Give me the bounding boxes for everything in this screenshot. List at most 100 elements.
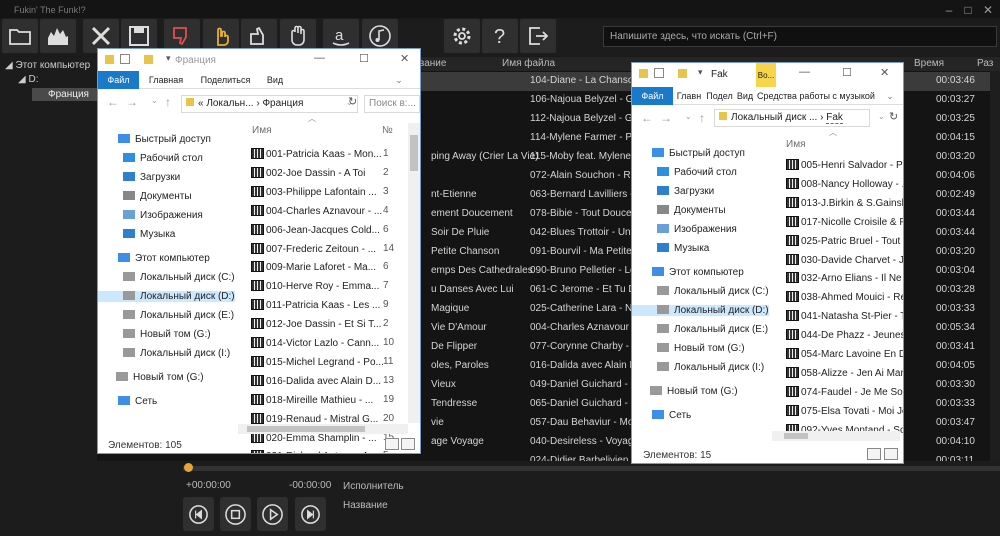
col-time[interactable]: Время [914,58,944,69]
hscroll-thumb[interactable] [247,426,365,432]
tab-view[interactable]: Вид [259,71,291,89]
previous-button[interactable] [183,497,214,531]
file-row[interactable]: 018-Mireille Mathieu - ... [251,393,373,406]
nav-item[interactable]: Изображения [98,210,235,221]
file-row[interactable]: 003-Philippe Lafontain ... [251,185,377,198]
file-row[interactable]: 025-Patric Bruel - Tout S... [786,234,903,247]
up-icon[interactable]: ↑ [699,111,705,125]
scroll-thumb[interactable] [410,135,418,171]
file-row[interactable]: 015-Michel Legrand - Po... [251,355,384,368]
nav-item[interactable]: Этот компьютер [632,267,769,278]
col-name[interactable]: Имя [786,139,805,150]
seek-knob[interactable] [184,463,193,472]
nav-item[interactable]: Рабочий стол [632,167,769,178]
details-view-icon[interactable] [385,438,399,450]
nav-item[interactable]: Локальный диск (E:) [98,310,235,321]
tree-drive[interactable]: ◢ D: [18,74,38,85]
exit-button[interactable] [520,19,556,53]
refresh-icon[interactable]: ↻ [348,95,357,108]
file-row[interactable]: 006-Jean-Jacques Cold... [251,223,380,236]
nav-item[interactable]: Локальный диск (D:) [98,291,235,302]
details-view-icon[interactable] [867,448,881,460]
expand-ribbon-icon[interactable]: ⌄ [392,71,406,89]
file-row[interactable]: 013-J.Birkin & S.Gainsb... [786,196,903,209]
file-row[interactable]: 014-Victor Lazlo - Cann... [251,337,379,349]
search-input[interactable]: Напишите здесь, что искать (Ctrl+F) [603,26,997,47]
back-icon[interactable]: ← [641,111,653,125]
nav-item[interactable]: Локальный диск (C:) [98,272,235,283]
file-row[interactable]: 019-Renaud - Mistral G... [251,412,378,425]
minimize-icon[interactable]: — [314,52,325,64]
file-row[interactable]: 044-De Phazz - Jeuness... [786,329,903,341]
file-row[interactable]: 005-Henri Salvador - Pe... [786,159,903,171]
file-row[interactable]: 058-Alizze - Jen Ai Marre [786,366,903,379]
nav-item[interactable]: Быстрый доступ [98,134,235,145]
file-row[interactable]: 074-Faudel - Je Me Sou... [786,385,903,398]
file-row[interactable]: 001-Patricia Kaas - Mon... [251,148,382,160]
file-row[interactable]: 021-Richard Antony - A... [251,450,377,453]
stop-playback-button[interactable] [220,497,251,531]
tab-share[interactable]: Поделиться [194,71,257,89]
properties-icon[interactable] [120,54,130,64]
new-folder-icon[interactable] [144,55,153,64]
file-row[interactable]: 007-Frederic Zeitoun - ... [251,242,376,255]
close-icon[interactable]: ✕ [400,52,409,65]
nav-item[interactable]: Локальный диск (C:) [632,286,769,297]
nav-item[interactable]: Сеть [632,410,769,421]
seek-bar[interactable] [183,466,1000,471]
file-row[interactable]: 011-Patricia Kaas - Les ... [251,299,380,311]
address-dropdown-icon[interactable]: ⌄ [878,112,885,121]
back-icon[interactable]: ← [107,95,119,109]
forward-icon[interactable]: → [126,95,138,109]
file-row[interactable]: 010-Herve Roy - Emma... [251,280,379,292]
tab-file[interactable]: Файл [632,87,673,105]
minimize-icon[interactable]: — [799,66,810,78]
nav-item[interactable]: Новый том (G:) [632,386,769,397]
large-icons-view-icon[interactable] [884,448,898,460]
nav-item[interactable]: Новый том (G:) [632,343,769,354]
tab-music-tools[interactable]: Средства работы с музыкой [757,87,875,105]
nav-item[interactable]: Быстрый доступ [632,148,769,159]
tree-root[interactable]: ◢ Этот компьютер [5,60,90,71]
recent-icon[interactable]: ⌄ [151,96,158,105]
nav-item[interactable]: Локальный диск (I:) [98,348,235,359]
forward-icon[interactable]: → [660,111,672,125]
file-row[interactable]: 038-Ahmed Mouici - Re... [786,291,903,303]
file-row[interactable]: 032-Arno Elians - Il Ne ... [786,272,903,284]
address-bar[interactable]: Локальный диск ... › Fak [714,109,870,127]
tab-view[interactable]: Вид [736,87,754,105]
file-row[interactable]: 009-Marie Laforet - Ma... [251,261,376,273]
nav-item[interactable]: Изображения [632,224,769,235]
nav-item[interactable]: Локальный диск (D:) [632,305,769,316]
file-row[interactable]: 041-Natasha St-Pier - T... [786,310,903,322]
file-row[interactable]: 017-Nicolle Croisile & P... [786,215,903,228]
file-row[interactable]: 030-Davide Charvet - Je ... [786,253,903,266]
col-extra[interactable]: Раз [977,58,993,69]
hscroll-thumb[interactable] [784,433,808,439]
nav-item[interactable]: Локальный диск (E:) [632,324,769,335]
col-title[interactable]: вание [419,58,446,69]
file-row[interactable]: 016-Dalida avec Alain D... [251,374,381,387]
nav-item[interactable]: Рабочий стол [98,153,235,164]
file-row[interactable]: 002-Joe Dassin - A Toi [251,166,365,179]
tree-folder-selected[interactable]: Франция [32,88,105,101]
nav-item[interactable]: Новый том (G:) [98,372,235,383]
file-row[interactable]: 008-Nancy Holloway - ... [786,177,903,190]
close-icon[interactable]: ✕ [979,2,997,18]
settings-button[interactable] [444,19,480,53]
expand-ribbon-icon[interactable]: ⌄ [883,87,897,105]
search-field[interactable]: Поиск в:... [364,95,420,113]
nav-item[interactable]: Сеть [98,396,235,407]
new-folder-icon[interactable] [678,69,687,78]
spectrum-button[interactable] [40,19,76,53]
music-tools-context-tab[interactable]: Во... [756,63,776,89]
open-folder-button[interactable] [2,19,38,53]
file-row[interactable]: 012-Joe Dassin - Et Si T... [251,318,381,330]
grid-scrollbar[interactable] [990,71,1000,461]
nav-item[interactable]: Музыка [98,229,235,240]
nav-item[interactable]: Музыка [632,243,769,254]
file-row[interactable]: 004-Charles Aznavour - ... [251,204,382,217]
tab-share[interactable]: Подел [705,87,734,105]
address-bar[interactable]: « Локальн... › Франция [181,95,358,113]
file-row[interactable]: 075-Elsa Tovati - Moi Je... [786,404,903,417]
